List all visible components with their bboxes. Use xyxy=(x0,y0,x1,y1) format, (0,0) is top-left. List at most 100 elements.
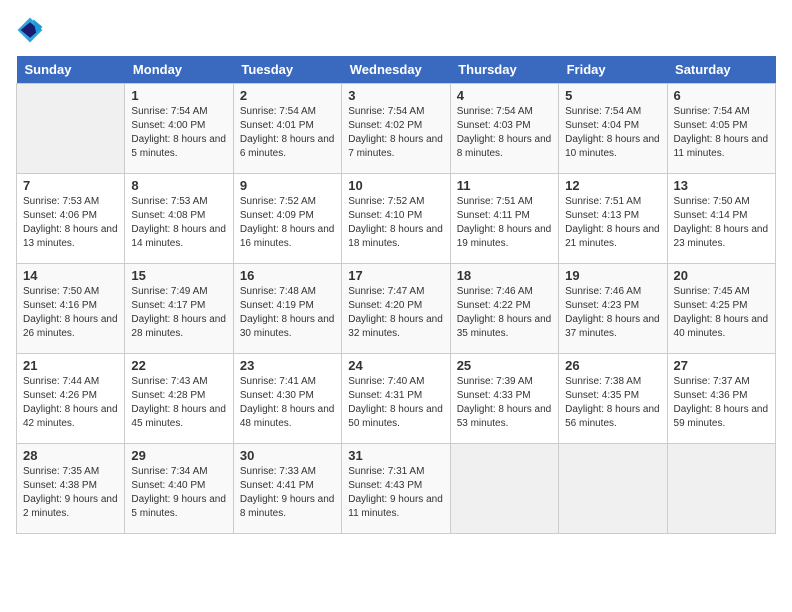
weekday-header-saturday: Saturday xyxy=(667,56,775,84)
day-detail: Sunrise: 7:54 AMSunset: 4:00 PMDaylight:… xyxy=(131,105,226,161)
day-cell: 31 Sunrise: 7:31 AMSunset: 4:43 PMDayligh… xyxy=(342,444,450,534)
day-cell: 7 Sunrise: 7:53 AMSunset: 4:06 PMDaylight… xyxy=(17,174,125,264)
logo xyxy=(16,16,48,44)
day-detail: Sunrise: 7:48 AMSunset: 4:19 PMDaylight:… xyxy=(240,285,335,341)
day-cell xyxy=(667,444,775,534)
day-detail: Sunrise: 7:31 AMSunset: 4:43 PMDaylight:… xyxy=(348,465,443,521)
weekday-header-thursday: Thursday xyxy=(450,56,558,84)
day-detail: Sunrise: 7:35 AMSunset: 4:38 PMDaylight:… xyxy=(23,465,118,521)
day-detail: Sunrise: 7:54 AMSunset: 4:04 PMDaylight:… xyxy=(565,105,660,161)
day-number: 14 xyxy=(23,268,118,283)
day-detail: Sunrise: 7:51 AMSunset: 4:13 PMDaylight:… xyxy=(565,195,660,251)
week-row-3: 14 Sunrise: 7:50 AMSunset: 4:16 PMDayligh… xyxy=(17,264,776,354)
week-row-2: 7 Sunrise: 7:53 AMSunset: 4:06 PMDaylight… xyxy=(17,174,776,264)
calendar-table: SundayMondayTuesdayWednesdayThursdayFrid… xyxy=(16,56,776,534)
day-detail: Sunrise: 7:50 AMSunset: 4:16 PMDaylight:… xyxy=(23,285,118,341)
day-number: 6 xyxy=(674,88,769,103)
day-detail: Sunrise: 7:43 AMSunset: 4:28 PMDaylight:… xyxy=(131,375,226,431)
day-number: 16 xyxy=(240,268,335,283)
day-cell: 11 Sunrise: 7:51 AMSunset: 4:11 PMDayligh… xyxy=(450,174,558,264)
day-cell xyxy=(17,84,125,174)
day-number: 17 xyxy=(348,268,443,283)
day-number: 21 xyxy=(23,358,118,373)
day-cell: 29 Sunrise: 7:34 AMSunset: 4:40 PMDayligh… xyxy=(125,444,233,534)
day-cell: 15 Sunrise: 7:49 AMSunset: 4:17 PMDayligh… xyxy=(125,264,233,354)
day-number: 7 xyxy=(23,178,118,193)
day-cell: 24 Sunrise: 7:40 AMSunset: 4:31 PMDayligh… xyxy=(342,354,450,444)
day-detail: Sunrise: 7:52 AMSunset: 4:10 PMDaylight:… xyxy=(348,195,443,251)
weekday-header-tuesday: Tuesday xyxy=(233,56,341,84)
day-cell: 23 Sunrise: 7:41 AMSunset: 4:30 PMDayligh… xyxy=(233,354,341,444)
day-detail: Sunrise: 7:53 AMSunset: 4:06 PMDaylight:… xyxy=(23,195,118,251)
day-number: 1 xyxy=(131,88,226,103)
day-number: 4 xyxy=(457,88,552,103)
day-cell: 25 Sunrise: 7:39 AMSunset: 4:33 PMDayligh… xyxy=(450,354,558,444)
day-number: 24 xyxy=(348,358,443,373)
day-number: 11 xyxy=(457,178,552,193)
day-number: 23 xyxy=(240,358,335,373)
day-cell: 5 Sunrise: 7:54 AMSunset: 4:04 PMDaylight… xyxy=(559,84,667,174)
day-detail: Sunrise: 7:46 AMSunset: 4:23 PMDaylight:… xyxy=(565,285,660,341)
day-cell: 9Sunrise: 7:52 AMSunset: 4:09 PMDaylight… xyxy=(233,174,341,264)
day-number: 9 xyxy=(240,178,335,193)
day-detail: Sunrise: 7:41 AMSunset: 4:30 PMDaylight:… xyxy=(240,375,335,431)
day-cell: 1 Sunrise: 7:54 AMSunset: 4:00 PMDaylight… xyxy=(125,84,233,174)
weekday-header-friday: Friday xyxy=(559,56,667,84)
day-detail: Sunrise: 7:45 AMSunset: 4:25 PMDaylight:… xyxy=(674,285,769,341)
day-detail: Sunrise: 7:49 AMSunset: 4:17 PMDaylight:… xyxy=(131,285,226,341)
day-cell: 27 Sunrise: 7:37 AMSunset: 4:36 PMDayligh… xyxy=(667,354,775,444)
day-cell: 22 Sunrise: 7:43 AMSunset: 4:28 PMDayligh… xyxy=(125,354,233,444)
day-detail: Sunrise: 7:50 AMSunset: 4:14 PMDaylight:… xyxy=(674,195,769,251)
day-cell: 6 Sunrise: 7:54 AMSunset: 4:05 PMDaylight… xyxy=(667,84,775,174)
day-detail: Sunrise: 7:54 AMSunset: 4:03 PMDaylight:… xyxy=(457,105,552,161)
day-detail: Sunrise: 7:53 AMSunset: 4:08 PMDaylight:… xyxy=(131,195,226,251)
week-row-5: 28 Sunrise: 7:35 AMSunset: 4:38 PMDayligh… xyxy=(17,444,776,534)
day-number: 3 xyxy=(348,88,443,103)
day-cell: 26 Sunrise: 7:38 AMSunset: 4:35 PMDayligh… xyxy=(559,354,667,444)
day-number: 15 xyxy=(131,268,226,283)
day-cell: 18 Sunrise: 7:46 AMSunset: 4:22 PMDayligh… xyxy=(450,264,558,354)
day-number: 19 xyxy=(565,268,660,283)
day-detail: Sunrise: 7:37 AMSunset: 4:36 PMDaylight:… xyxy=(674,375,769,431)
page-header xyxy=(16,16,776,44)
day-number: 27 xyxy=(674,358,769,373)
day-number: 31 xyxy=(348,448,443,463)
weekday-header-monday: Monday xyxy=(125,56,233,84)
week-row-4: 21 Sunrise: 7:44 AMSunset: 4:26 PMDayligh… xyxy=(17,354,776,444)
day-cell: 4 Sunrise: 7:54 AMSunset: 4:03 PMDaylight… xyxy=(450,84,558,174)
day-detail: Sunrise: 7:34 AMSunset: 4:40 PMDaylight:… xyxy=(131,465,226,521)
day-detail: Sunrise: 7:44 AMSunset: 4:26 PMDaylight:… xyxy=(23,375,118,431)
day-cell: 14 Sunrise: 7:50 AMSunset: 4:16 PMDayligh… xyxy=(17,264,125,354)
day-number: 29 xyxy=(131,448,226,463)
day-detail: Sunrise: 7:51 AMSunset: 4:11 PMDaylight:… xyxy=(457,195,552,251)
day-number: 18 xyxy=(457,268,552,283)
day-cell: 2 Sunrise: 7:54 AMSunset: 4:01 PMDaylight… xyxy=(233,84,341,174)
day-number: 25 xyxy=(457,358,552,373)
weekday-header-wednesday: Wednesday xyxy=(342,56,450,84)
day-number: 26 xyxy=(565,358,660,373)
day-detail: Sunrise: 7:47 AMSunset: 4:20 PMDaylight:… xyxy=(348,285,443,341)
day-detail: Sunrise: 7:33 AMSunset: 4:41 PMDaylight:… xyxy=(240,465,335,521)
day-cell: 12Sunrise: 7:51 AMSunset: 4:13 PMDayligh… xyxy=(559,174,667,264)
day-cell: 20Sunrise: 7:45 AMSunset: 4:25 PMDayligh… xyxy=(667,264,775,354)
day-number: 8 xyxy=(131,178,226,193)
day-cell xyxy=(450,444,558,534)
day-detail: Sunrise: 7:54 AMSunset: 4:01 PMDaylight:… xyxy=(240,105,335,161)
day-cell: 3Sunrise: 7:54 AMSunset: 4:02 PMDaylight… xyxy=(342,84,450,174)
day-number: 28 xyxy=(23,448,118,463)
day-number: 2 xyxy=(240,88,335,103)
day-number: 5 xyxy=(565,88,660,103)
day-cell: 30Sunrise: 7:33 AMSunset: 4:41 PMDayligh… xyxy=(233,444,341,534)
day-detail: Sunrise: 7:54 AMSunset: 4:05 PMDaylight:… xyxy=(674,105,769,161)
logo-icon xyxy=(16,16,44,44)
day-cell xyxy=(559,444,667,534)
day-detail: Sunrise: 7:46 AMSunset: 4:22 PMDaylight:… xyxy=(457,285,552,341)
day-cell: 28 Sunrise: 7:35 AMSunset: 4:38 PMDayligh… xyxy=(17,444,125,534)
day-cell: 8 Sunrise: 7:53 AMSunset: 4:08 PMDaylight… xyxy=(125,174,233,264)
weekday-header-sunday: Sunday xyxy=(17,56,125,84)
day-detail: Sunrise: 7:38 AMSunset: 4:35 PMDaylight:… xyxy=(565,375,660,431)
day-number: 13 xyxy=(674,178,769,193)
day-detail: Sunrise: 7:39 AMSunset: 4:33 PMDaylight:… xyxy=(457,375,552,431)
day-detail: Sunrise: 7:40 AMSunset: 4:31 PMDaylight:… xyxy=(348,375,443,431)
day-number: 22 xyxy=(131,358,226,373)
